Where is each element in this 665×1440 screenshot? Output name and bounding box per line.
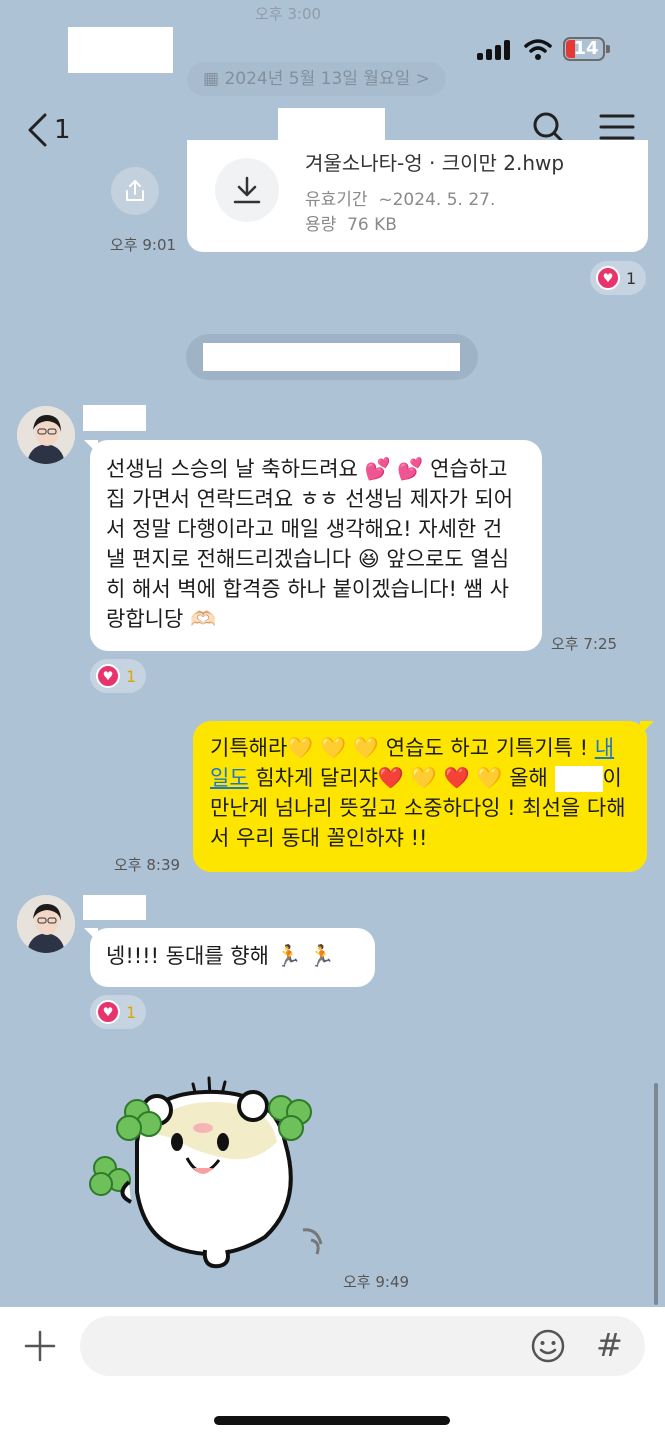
- avatar[interactable]: [17, 406, 75, 464]
- wifi-icon: [524, 39, 552, 60]
- reaction-count: 1: [626, 268, 637, 288]
- battery-icon: 14: [563, 37, 605, 61]
- date-divider-label: 2024년 5월 13일 월요일 >: [224, 69, 430, 89]
- profile-photo: [17, 406, 75, 464]
- plus-icon[interactable]: [24, 1330, 56, 1362]
- heart-icon: ♥: [96, 1000, 120, 1024]
- redacted-sender-name: [83, 895, 146, 920]
- message-text: 선생님 스승의 날 축하드려요 💕 💕 연습하고 집 가면서 연락드려요 ㅎㅎ …: [106, 457, 514, 631]
- reaction-count: 1: [126, 666, 137, 686]
- date-divider-faded: ▦ 2024년 5월 13일 월요일 >: [187, 62, 446, 96]
- redacted-clock: [68, 27, 173, 73]
- share-icon: [126, 180, 144, 201]
- redacted-sender-name: [83, 405, 146, 431]
- hashtag-search-icon[interactable]: #: [596, 1326, 623, 1364]
- message-time: 오후 7:25: [551, 635, 618, 653]
- chevron-left-icon: [28, 113, 47, 147]
- share-button[interactable]: [111, 167, 159, 215]
- message-bubble[interactable]: 넹!!!! 동대를 향해 🏃 🏃: [90, 928, 375, 987]
- calendar-icon: ▦: [203, 69, 225, 89]
- back-button[interactable]: 1: [26, 110, 71, 150]
- reaction-count: 1: [126, 1002, 137, 1022]
- prev-time-faded: 오후 3:00: [255, 5, 322, 23]
- message-time: 오후 9:01: [110, 236, 177, 254]
- message-time: 오후 8:39: [114, 856, 181, 874]
- file-name: 겨울소나타-엉 · 크이만 2.hwp: [305, 154, 565, 175]
- message-text-part: 기특해라💛 💛 💛 연습도 하고 기특기특 !: [210, 736, 595, 760]
- download-icon: [233, 176, 261, 204]
- redacted-name-inline: [554, 766, 603, 792]
- bubble-tail: [640, 721, 654, 735]
- emoticon-icon[interactable]: [530, 1328, 566, 1364]
- size-label: 용량: [305, 215, 337, 235]
- file-message-bubble[interactable]: 겨울소나타-엉 · 크이만 2.hwp 유효기간 ~2024. 5. 27. 용…: [187, 140, 648, 252]
- size-value: 76 KB: [347, 215, 397, 235]
- battery-cap: [606, 45, 610, 53]
- scrollbar[interactable]: [654, 1083, 658, 1305]
- profile-photo: [17, 895, 75, 953]
- unread-count: 1: [54, 115, 71, 145]
- menu-icon[interactable]: [599, 113, 635, 141]
- heart-icon: ♥: [96, 664, 120, 688]
- cellular-signal-icon: [477, 40, 513, 60]
- download-button[interactable]: [215, 158, 279, 222]
- heart-icon: ♥: [596, 266, 620, 290]
- reaction-badge[interactable]: ♥ 1: [90, 995, 147, 1029]
- message-text: 넹!!!! 동대를 향해 🏃 🏃: [106, 944, 335, 968]
- reaction-badge[interactable]: ♥ 1: [590, 261, 647, 295]
- reaction-badge[interactable]: ♥ 1: [90, 659, 147, 693]
- date-divider: [186, 334, 478, 380]
- avatar[interactable]: [17, 895, 75, 953]
- my-message-bubble[interactable]: 기특해라💛 💛 💛 연습도 하고 기특기특 ! 내일도 힘차게 달리쟈❤️ 💛 …: [193, 721, 647, 872]
- message-text-part: 힘차게 달리쟈❤️ 💛 ❤️ 💛 올해: [248, 766, 555, 790]
- message-bubble[interactable]: 선생님 스승의 날 축하드려요 💕 💕 연습하고 집 가면서 연락드려요 ㅎㅎ …: [90, 440, 542, 651]
- redacted-date: [203, 343, 460, 371]
- message-time: 오후 9:49: [343, 1273, 410, 1291]
- file-size: 용량 76 KB: [305, 210, 397, 235]
- expiry-label: 유효기간: [305, 190, 368, 210]
- file-expiry: 유효기간 ~2024. 5. 27.: [305, 185, 495, 210]
- expiry-value: ~2024. 5. 27.: [378, 190, 496, 210]
- home-indicator[interactable]: [214, 1416, 450, 1425]
- battery-level: 14: [573, 38, 599, 59]
- hamster-sticker[interactable]: [85, 1072, 335, 1272]
